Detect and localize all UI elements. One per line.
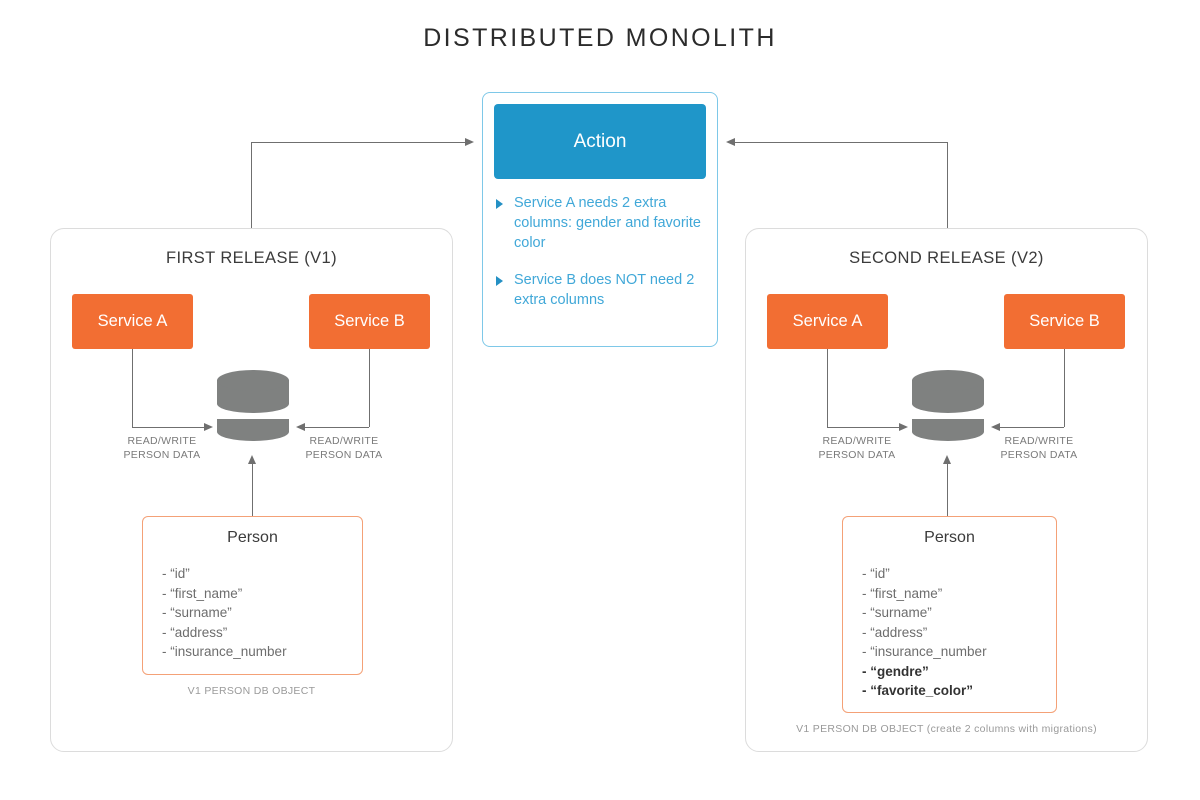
db-segment <box>217 391 289 413</box>
arrow-head-left-icon <box>296 422 305 431</box>
release-panel-second: SECOND RELEASE (V2) Service A Service B … <box>745 228 1148 752</box>
person-field: - “first_name” <box>862 585 943 601</box>
person-field: - “surname” <box>162 605 232 620</box>
service-b-box: Service B <box>309 294 430 349</box>
arrow-vertical-segment <box>252 459 253 521</box>
arrow-vertical-segment <box>827 349 828 427</box>
arrow-head-up-icon <box>942 455 951 464</box>
bullet-triangle-icon <box>496 276 503 286</box>
database-cylinder-icon <box>912 370 984 452</box>
diagram-canvas: DISTRIBUTED MONOLITH Action Service A ne… <box>0 0 1200 800</box>
database-cylinder-icon <box>217 370 289 452</box>
person-entity-caption: V1 PERSON DB OBJECT <box>187 685 316 697</box>
arrow-vertical-segment <box>1064 349 1065 427</box>
service-b-label: Service B <box>334 312 405 330</box>
connector-vertical-segment <box>947 142 948 228</box>
action-list-item: Service A needs 2 extra columns: gender … <box>496 193 706 253</box>
person-entity-title: Person <box>924 529 975 546</box>
service-b-label: Service B <box>1029 312 1100 330</box>
action-item-list: Service A needs 2 extra columns: gender … <box>496 193 706 327</box>
arrow-head-up-icon <box>247 455 256 464</box>
person-field: - “insurance_number <box>862 644 987 659</box>
person-field: - “surname” <box>862 605 932 620</box>
db-segment <box>912 419 984 441</box>
service-a-box: Service A <box>72 294 193 349</box>
arrow-horizontal-segment <box>132 427 204 428</box>
arrow-head-right-icon <box>465 137 474 146</box>
person-entity-caption: V1 PERSON DB OBJECT (create 2 columns wi… <box>796 723 1097 735</box>
action-card: Action Service A needs 2 extra columns: … <box>482 92 718 347</box>
person-field: - “id” <box>862 566 890 581</box>
db-top-ellipse <box>217 370 289 391</box>
service-a-label: Service A <box>792 312 863 330</box>
service-a-db-label: READ/WRITE PERSON DATA <box>818 435 896 461</box>
service-b-db-label: READ/WRITE PERSON DATA <box>1000 435 1078 461</box>
db-segment <box>217 419 289 441</box>
service-b-box: Service B <box>1004 294 1125 349</box>
person-field-list: - “id” - “first_name” - “surname” - “addres… <box>162 564 287 662</box>
db-top-ellipse <box>912 370 984 391</box>
service-a-box: Service A <box>767 294 888 349</box>
person-field-list: - “id” - “first_name” - “surname” - “addres… <box>862 564 987 701</box>
person-field: - “favorite_color” <box>862 683 974 698</box>
service-b-db-label: READ/WRITE PERSON DATA <box>305 435 383 461</box>
connector-horizontal-segment <box>735 142 947 143</box>
action-header: Action <box>494 104 706 179</box>
db-segment <box>912 391 984 413</box>
arrow-head-left-icon <box>726 137 735 146</box>
person-field: - “gendre” <box>862 663 929 679</box>
person-field: - “insurance_number <box>162 644 287 659</box>
bullet-triangle-icon <box>496 199 503 209</box>
action-list-item: Service B does NOT need 2 extra columns <box>496 270 706 310</box>
action-item-text: Service B does NOT need 2 extra columns <box>514 272 695 308</box>
person-field: - “first_name” <box>162 585 243 601</box>
release-panel-first: FIRST RELEASE (V1) Service A Service B R… <box>50 228 453 752</box>
release-panel-title: SECOND RELEASE (V2) <box>849 249 1044 267</box>
arrow-head-left-icon <box>991 422 1000 431</box>
action-item-text: Service A needs 2 extra columns: gender … <box>514 195 701 251</box>
person-field: - “address” <box>862 624 928 640</box>
arrow-horizontal-segment <box>827 427 899 428</box>
arrow-horizontal-segment <box>305 427 369 428</box>
connector-vertical-segment <box>251 142 252 228</box>
person-entity-box: Person - “id” - “first_name” - “surname” - … <box>842 516 1057 713</box>
arrow-head-right-icon <box>204 422 213 431</box>
release-panel-title: FIRST RELEASE (V1) <box>165 249 338 267</box>
arrow-vertical-segment <box>947 459 948 521</box>
service-a-label: Service A <box>97 312 168 330</box>
person-entity-title: Person <box>227 529 278 546</box>
arrow-horizontal-segment <box>1000 427 1064 428</box>
page-title: DISTRIBUTED MONOLITH <box>423 24 777 52</box>
connector-horizontal-segment <box>251 142 465 143</box>
arrow-vertical-segment <box>369 349 370 427</box>
arrow-vertical-segment <box>132 349 133 427</box>
person-entity-box: Person - “id” - “first_name” - “surname” - … <box>142 516 363 675</box>
person-field: - “id” <box>162 566 190 581</box>
person-field: - “address” <box>162 624 228 640</box>
service-a-db-label: READ/WRITE PERSON DATA <box>123 435 201 461</box>
action-header-label: Action <box>573 130 627 152</box>
arrow-head-right-icon <box>899 422 908 431</box>
